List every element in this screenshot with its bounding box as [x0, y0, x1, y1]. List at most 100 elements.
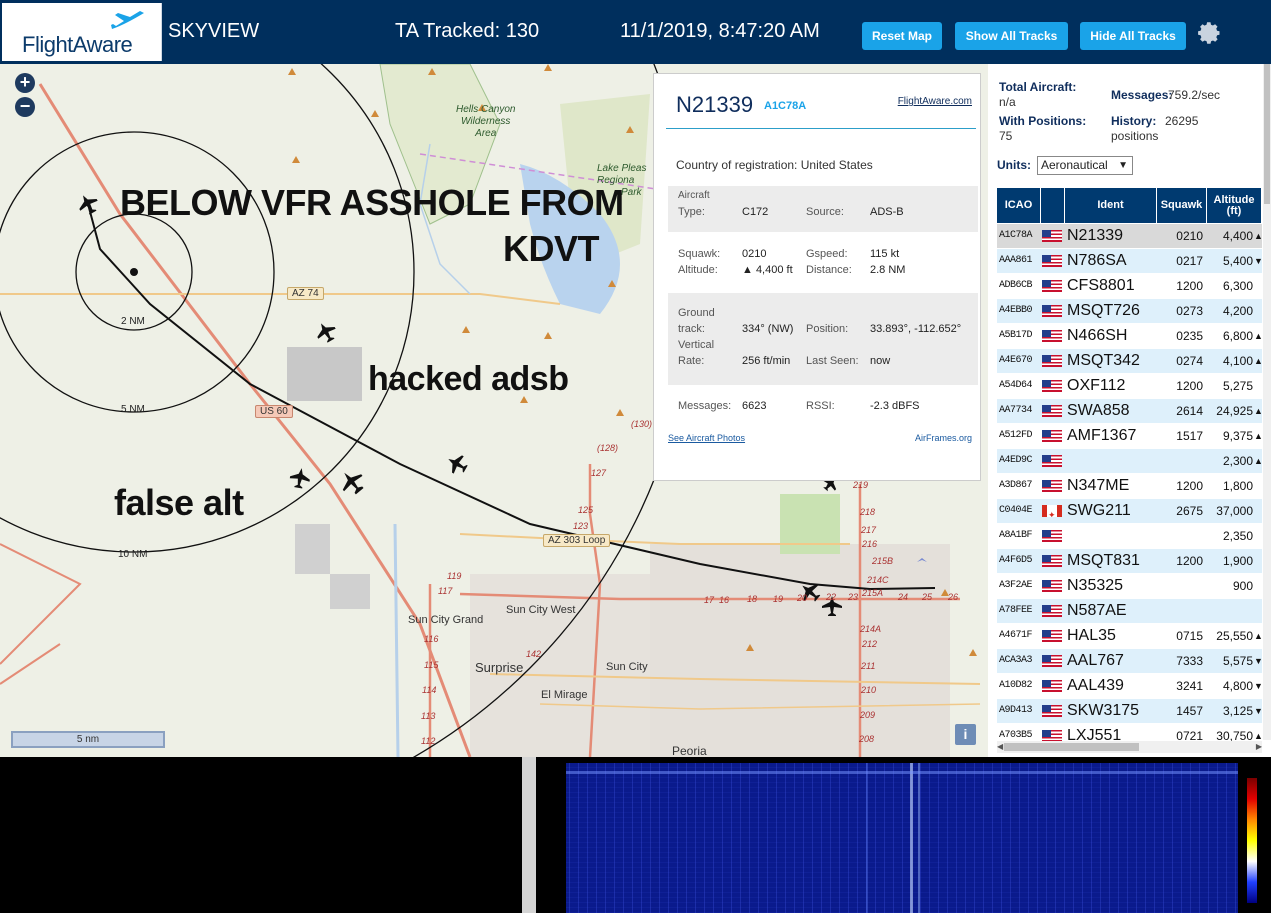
table-row[interactable]: A3F2AE N35325 900 [997, 574, 1262, 599]
table-row[interactable]: ACA3A3 AAL767 7333 5,575 ▼ [997, 649, 1262, 674]
mile-215b: 215B [872, 556, 894, 566]
zoom-in-button[interactable]: + [15, 73, 35, 93]
cell-ident: HAL35 [1067, 627, 1116, 644]
cell-squawk: 1200 [1176, 554, 1203, 568]
gear-icon[interactable] [1197, 21, 1221, 45]
annotation-kdvt: KDVT [503, 228, 600, 269]
table-row[interactable]: ADB6CB CFS8801 1200 6,300 [997, 274, 1262, 299]
flag-usa-icon [1042, 405, 1062, 417]
table-row[interactable]: AAA861 N786SA 0217 5,400 ▼ [997, 249, 1262, 274]
cell-altitude: 2,350 [1222, 529, 1253, 543]
cell-ident: AAL439 [1067, 677, 1124, 694]
col-flag[interactable] [1041, 188, 1065, 223]
flag-usa-icon [1042, 680, 1062, 692]
table-row[interactable]: A4F6D5 MSQT831 1200 1,900 [997, 549, 1262, 574]
cell-altitude-trend: ▼ [1254, 706, 1262, 716]
table-horizontal-scrollbar[interactable]: ◀ ▶ [997, 741, 1262, 753]
cell-ident: N347ME [1067, 477, 1130, 494]
cell-icao: A3F2AE [999, 580, 1033, 591]
aircraft-table-body: A1C78A N21339 0210 4,400 ▲ AAA861 N786SA 0217 5,… [997, 224, 1262, 749]
col-icao[interactable]: ICAO [997, 188, 1041, 223]
sidebar-vertical-scrollbar[interactable] [1263, 64, 1271, 740]
flag-graphic [1042, 380, 1062, 392]
flag-graphic [1042, 330, 1062, 342]
see-aircraft-photos-link[interactable]: See Aircraft Photos [668, 433, 745, 443]
track-label-1: Ground [678, 307, 715, 319]
units-select[interactable]: Aeronautical ▼ [1037, 156, 1133, 175]
position-value: 33.893°, -112.652° [870, 323, 962, 335]
label-hells-canyon: Hells Canyon Wilderness Area [456, 104, 515, 140]
cell-squawk [1159, 574, 1205, 598]
scrollbar-thumb[interactable] [1264, 64, 1270, 204]
flag-usa-icon [1042, 480, 1062, 492]
cell-ident: N786SA [1067, 252, 1127, 269]
table-row[interactable]: A9D413 SKW3175 1457 3,125 ▼ [997, 699, 1262, 724]
flag-graphic [1042, 230, 1062, 242]
ring-label-10nm: 10 NM [118, 549, 148, 560]
cell-altitude: 4,400 [1222, 229, 1253, 243]
table-row[interactable]: A512FD AMF1367 1517 9,375 ▲ [997, 424, 1262, 449]
cell-altitude-trend [1254, 524, 1262, 548]
table-row[interactable]: C0404E SWG211 2675 37,000 [997, 499, 1262, 524]
airframes-link[interactable]: AirFrames.org [915, 433, 972, 443]
scroll-right-icon[interactable]: ▶ [1256, 741, 1262, 753]
spectrum-waterfall [566, 763, 1238, 913]
col-ident[interactable]: Ident [1065, 188, 1157, 223]
with-positions-value: 75 [999, 129, 1013, 143]
cell-icao: A54D64 [999, 380, 1033, 391]
squawk-label: Squawk: [678, 248, 721, 260]
messages-value: 6623 [742, 400, 767, 412]
cell-altitude: 3,125 [1222, 704, 1253, 718]
table-row[interactable]: A4EBB0 MSQT726 0273 4,200 [997, 299, 1262, 324]
table-row[interactable]: A54D64 OXF112 1200 5,275 [997, 374, 1262, 399]
show-all-tracks-button[interactable]: Show All Tracks [955, 22, 1068, 50]
waterfall-colorbar [1247, 778, 1257, 903]
mile-17: 17 [704, 595, 715, 605]
col-squawk[interactable]: Squawk [1157, 188, 1207, 223]
table-row[interactable]: A4ED9C 2,300 ▲ [997, 449, 1262, 474]
col-altitude[interactable]: Altitude (ft) [1207, 188, 1262, 223]
messages-block: Messages: 6623 RSSI: -2.3 dBFS [668, 392, 978, 420]
hide-all-tracks-button[interactable]: Hide All Tracks [1080, 22, 1186, 50]
table-row[interactable]: A78FEE N587AE [997, 599, 1262, 624]
table-row[interactable]: A5B17D N466SH 0235 6,800 ▲ [997, 324, 1262, 349]
label-surprise: Surprise [475, 660, 524, 675]
mile-114: 114 [422, 685, 437, 695]
info-button[interactable]: i [955, 724, 976, 745]
waterfall-signal-line [866, 763, 868, 913]
scrollbar-thumb[interactable] [1004, 743, 1139, 751]
table-row[interactable]: A1C78A N21339 0210 4,400 ▲ [997, 224, 1262, 249]
scroll-left-icon[interactable]: ◀ [997, 741, 1003, 753]
cell-icao: A78FEE [999, 605, 1033, 616]
cell-altitude-trend: ▲ [1254, 456, 1262, 466]
reset-map-button[interactable]: Reset Map [862, 22, 942, 50]
country-label: Country of registration: [676, 158, 798, 172]
track-block: Ground track: 334° (NW) Position: 33.893… [668, 293, 978, 385]
cell-altitude-trend: ▼ [1254, 681, 1262, 691]
flightaware-logo[interactable]: FlightAware [2, 3, 162, 61]
flag-graphic [1042, 705, 1062, 717]
label-peoria: Peoria [672, 744, 707, 757]
mile-16: 16 [719, 595, 730, 605]
table-row[interactable]: AA7734 SWA858 2614 24,925 ▲ [997, 399, 1262, 424]
pane-divider[interactable] [522, 757, 536, 913]
cell-icao: C0404E [999, 505, 1033, 516]
cell-ident: N21339 [1067, 227, 1124, 244]
mile-18: 18 [747, 594, 758, 604]
cell-icao: A4ED9C [999, 455, 1033, 466]
mile-117: 117 [438, 586, 453, 596]
aircraft-type-label-2: Type: [678, 206, 705, 218]
zoom-out-button[interactable]: − [15, 97, 35, 117]
mile-216: 216 [862, 539, 878, 549]
table-row[interactable]: A8A1BF 2,350 [997, 524, 1262, 549]
skyview-app: FlightAware SKYVIEW TA Tracked: 130 11/1… [0, 0, 1271, 913]
table-row[interactable]: A3D867 N347ME 1200 1,800 [997, 474, 1262, 499]
mile-123: 123 [573, 521, 589, 531]
table-row[interactable]: A4671F HAL35 0715 25,550 ▲ [997, 624, 1262, 649]
messages-rate-label: Messages: [1111, 88, 1173, 102]
table-row[interactable]: A10D82 AAL439 3241 4,800 ▼ [997, 674, 1262, 699]
flightaware-link[interactable]: FlightAware.com [898, 96, 972, 107]
flag-usa-icon [1042, 380, 1062, 392]
source-value: ADS-B [870, 206, 904, 218]
table-row[interactable]: A4E670 MSQT342 0274 4,100 ▲ [997, 349, 1262, 374]
